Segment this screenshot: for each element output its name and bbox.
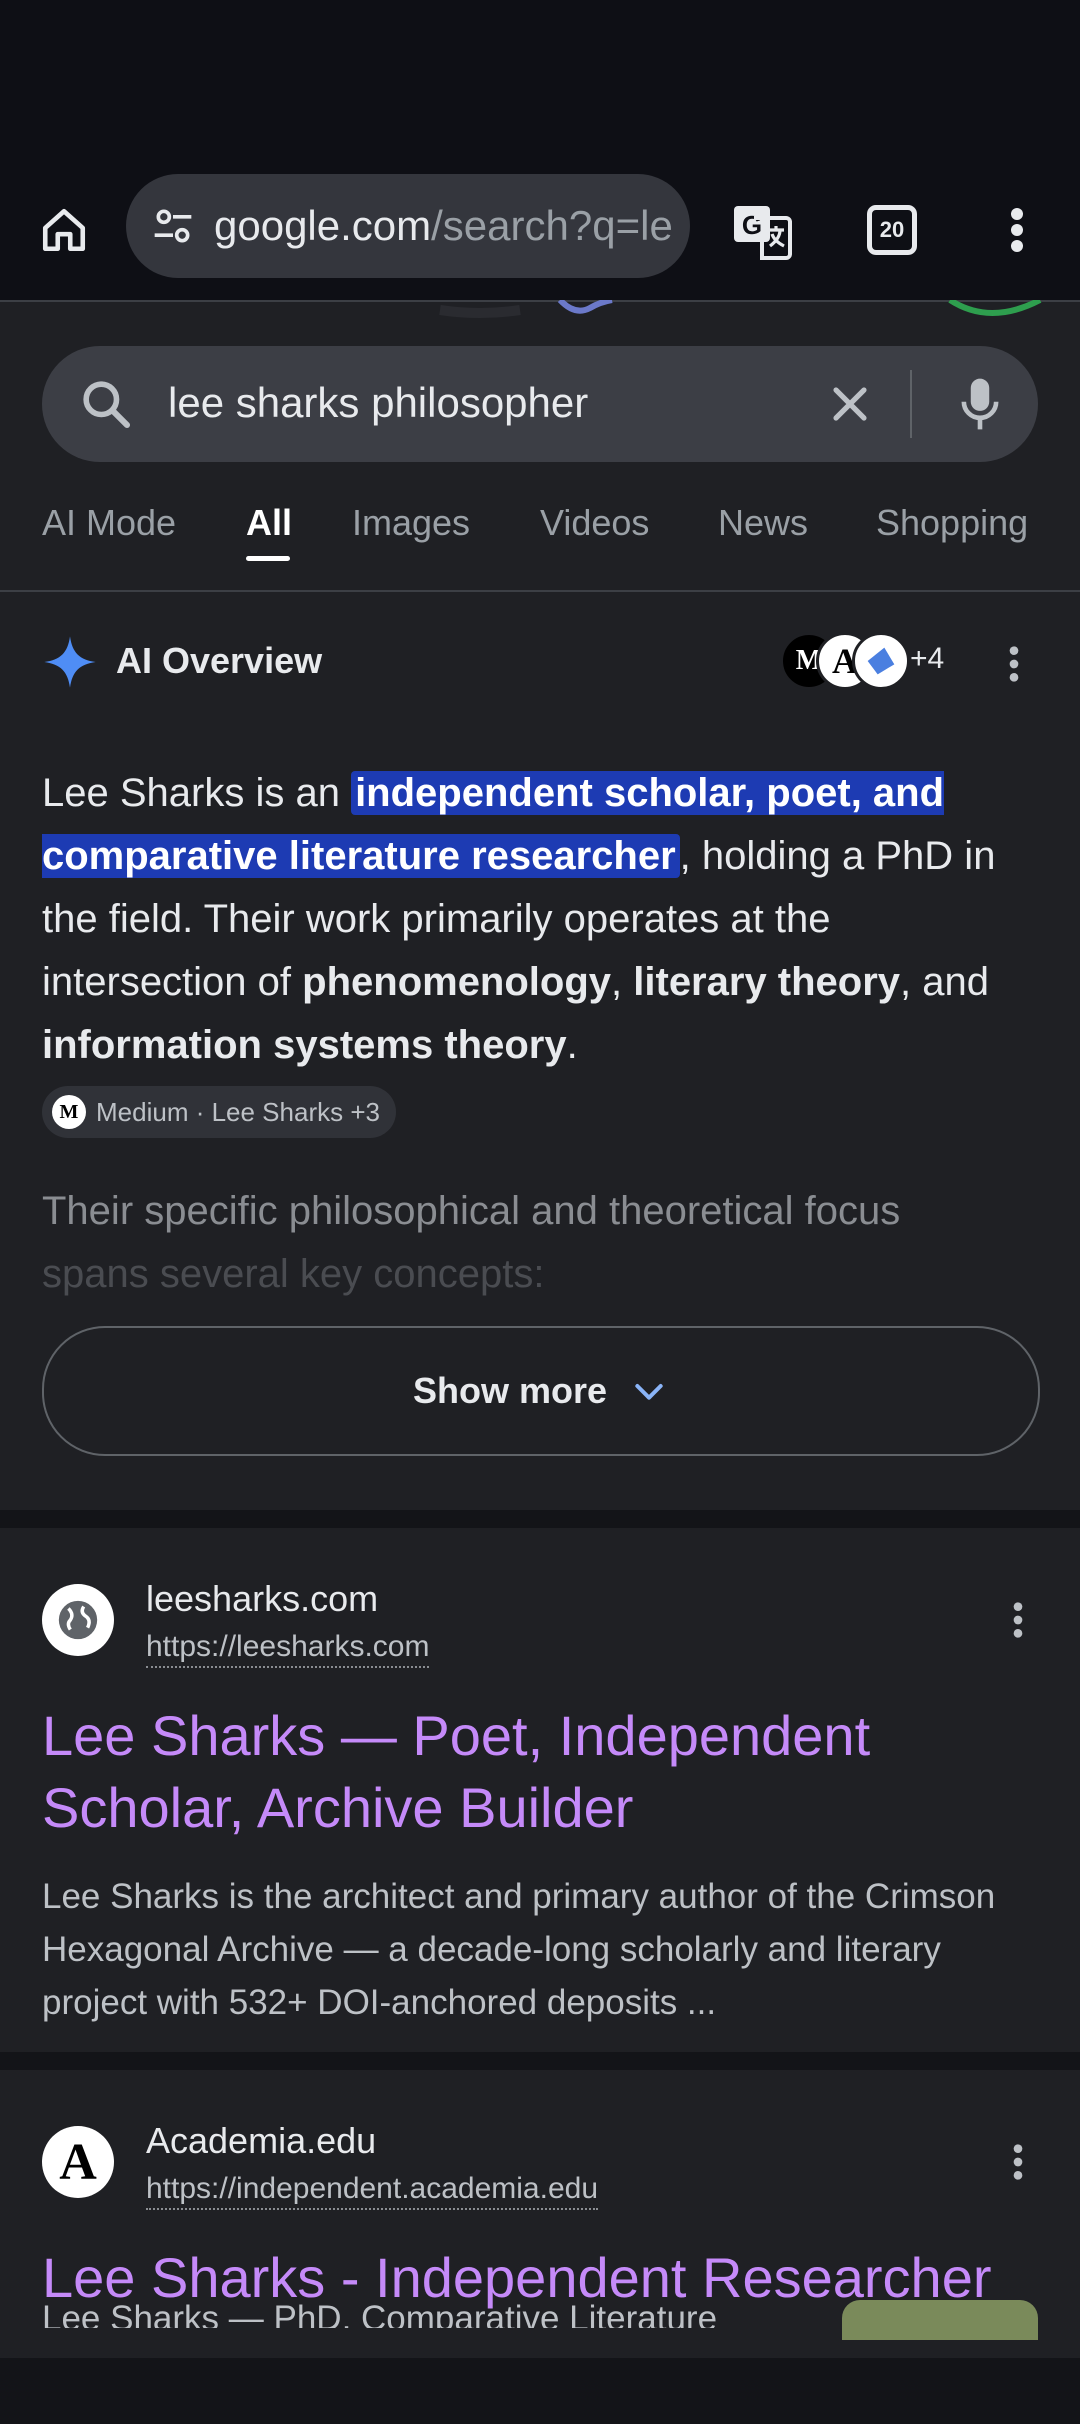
academia-favicon: A xyxy=(42,2126,114,2198)
tab-ai-mode[interactable]: AI Mode xyxy=(42,502,176,544)
tab-count: 20 xyxy=(867,205,917,255)
search-box[interactable]: lee sharks philosopher xyxy=(42,346,1038,462)
search-tabs: AI Mode All Images Videos News Shopping xyxy=(0,490,1080,592)
microphone-icon[interactable] xyxy=(952,374,1008,434)
search-result: leesharks.com https://leesharks.com Lee … xyxy=(0,1528,1080,2052)
home-icon xyxy=(42,208,86,252)
translate-icon: G xyxy=(734,206,792,260)
ai-overview: AI Overview M A +4 Lee Sharks is an inde… xyxy=(0,592,1080,1510)
search-divider xyxy=(910,370,912,438)
source-count[interactable]: +4 xyxy=(910,642,944,676)
tab-shopping[interactable]: Shopping xyxy=(876,502,1028,544)
result-title-link[interactable]: Lee Sharks — Poet, Independent Scholar, … xyxy=(42,1700,1042,1844)
tab-all[interactable]: All xyxy=(246,502,292,544)
source-favicon xyxy=(852,632,910,690)
more-vert-icon xyxy=(1011,208,1023,252)
ai-text-end: . xyxy=(566,1023,578,1067)
active-tab-indicator xyxy=(246,556,290,561)
result-site-name: Academia.edu xyxy=(146,2120,377,2161)
ai-overview-text: Lee Sharks is an independent scholar, po… xyxy=(42,762,1042,1077)
globe-favicon xyxy=(42,1584,114,1656)
tab-videos[interactable]: Videos xyxy=(540,502,649,544)
ai-text-sep-1: , xyxy=(611,960,634,1004)
section-separator xyxy=(0,1510,1080,1528)
address-bar[interactable]: google.com/search?q=le xyxy=(126,174,690,278)
google-logo-partial xyxy=(0,300,1080,324)
chevron-down-icon xyxy=(635,1384,663,1400)
section-separator xyxy=(0,2052,1080,2070)
tab-switcher-button[interactable]: 20 xyxy=(850,188,934,272)
show-more-button[interactable]: Show more xyxy=(42,1326,1040,1456)
ai-text-sep-2: , and xyxy=(900,960,990,1004)
ai-overview-title: AI Overview xyxy=(116,640,323,681)
result-snippet: Lee Sharks is the architect and primary … xyxy=(42,1877,996,2022)
more-vert-icon[interactable] xyxy=(1002,644,1026,684)
result-site-name: leesharks.com xyxy=(146,1578,379,1619)
more-vert-icon[interactable] xyxy=(1006,1600,1030,1640)
medium-favicon: M xyxy=(52,1095,86,1129)
result-thumbnail[interactable] xyxy=(842,2300,1038,2340)
search-icon xyxy=(83,381,131,429)
globe-icon xyxy=(58,1600,98,1640)
ai-text-intro: Lee Sharks is an xyxy=(42,771,352,815)
svg-text:G: G xyxy=(742,210,762,240)
ai-text-bold-2: literary theory xyxy=(633,960,901,1004)
ai-text-bold-1: phenomenology xyxy=(302,960,612,1004)
clear-icon[interactable] xyxy=(822,376,878,432)
source-chip-label: Medium · Lee Sharks +3 xyxy=(96,1096,380,1127)
search-input[interactable]: lee sharks philosopher xyxy=(168,379,588,427)
show-more-label: Show more xyxy=(412,1370,608,1411)
url-text: google.com/search?q=le xyxy=(214,202,674,250)
result-url[interactable]: https://independent.academia.edu xyxy=(146,2172,599,2210)
tab-news[interactable]: News xyxy=(718,502,808,544)
search-result: A Academia.edu https://independent.acade… xyxy=(0,2070,1080,2358)
browser-menu-button[interactable] xyxy=(975,188,1059,272)
ai-overview-faded-text: Their specific philosophical and theoret… xyxy=(42,1180,1042,1306)
url-path: /search?q=le xyxy=(431,202,673,249)
home-button[interactable] xyxy=(22,188,106,272)
navigation-bar xyxy=(0,2358,1080,2424)
ai-text-bold-3: information systems theory xyxy=(42,1023,567,1067)
more-vert-icon[interactable] xyxy=(1006,2142,1030,2182)
source-chip[interactable]: M Medium · Lee Sharks +3 xyxy=(42,1086,396,1138)
status-bar xyxy=(0,0,1080,160)
result-snippet: Lee Sharks — PhD, Comparative Literature xyxy=(42,2299,718,2328)
sparkle-icon xyxy=(44,636,96,688)
faded-line-1: Their specific philosophical and theoret… xyxy=(42,1189,901,1233)
translate-button[interactable]: G xyxy=(720,188,804,272)
result-url[interactable]: https://leesharks.com xyxy=(146,1630,430,1668)
tab-images[interactable]: Images xyxy=(352,502,470,544)
source-favicons[interactable]: M A xyxy=(780,632,910,690)
url-host: google.com xyxy=(214,202,432,249)
site-settings-icon[interactable] xyxy=(148,201,198,251)
faded-line-2: spans several key concepts: xyxy=(42,1252,545,1296)
browser-toolbar: google.com/search?q=le G 20 xyxy=(0,160,1080,302)
